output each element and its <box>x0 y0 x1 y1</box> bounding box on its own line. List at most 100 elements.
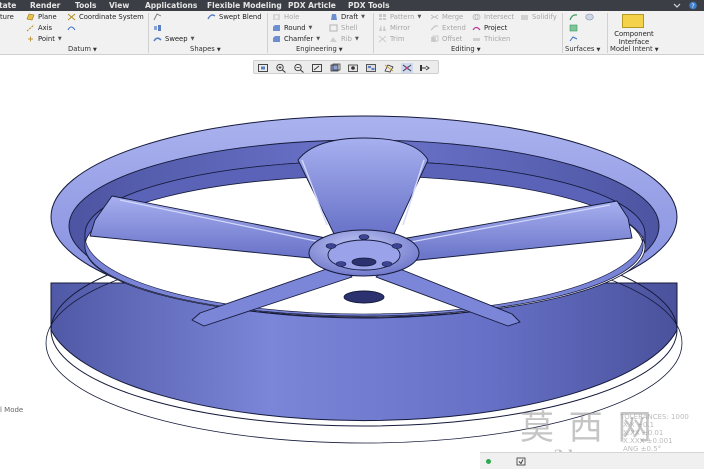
coordinate-system-button[interactable]: Coordinate System <box>67 12 144 22</box>
component-interface-button[interactable]: Component Interface <box>612 30 656 46</box>
help-icon[interactable]: ? <box>688 1 698 10</box>
tab-pdx-tools[interactable]: PDX Tools <box>348 0 390 11</box>
refit-icon[interactable] <box>257 63 269 73</box>
ribbon: ture Plane Axis Point ▼ Coordinate Syste… <box>0 11 704 55</box>
intersect-button[interactable]: Intersect <box>472 12 514 22</box>
offset-button[interactable]: Offset <box>430 34 462 44</box>
rib-icon <box>330 37 337 42</box>
tab-applications[interactable]: Applications <box>145 0 197 11</box>
datum-group-dropdown-icon: ▼ <box>93 47 97 53</box>
axis-button[interactable]: Axis <box>26 23 52 33</box>
display-style-icon[interactable] <box>329 63 341 73</box>
tab-tate[interactable]: tate <box>0 0 16 11</box>
pattern-icon <box>379 14 386 20</box>
shapes-group-label[interactable]: Shapes ▼ <box>190 45 221 54</box>
view-manager-icon[interactable] <box>365 63 377 73</box>
hub-bore <box>351 257 377 267</box>
chamfer-icon <box>273 36 280 42</box>
status-indicator-icon <box>486 459 491 464</box>
point-dropdown-icon[interactable]: ▼ <box>58 34 62 44</box>
component-interface-icon[interactable] <box>622 14 644 28</box>
tab-pdx-article[interactable]: PDX Article <box>288 0 336 11</box>
trim-button[interactable]: Trim <box>378 34 404 44</box>
solidify-button[interactable]: Solidify <box>520 12 557 22</box>
point-button[interactable]: Point ▼ <box>26 34 62 44</box>
editing-group-label[interactable]: Editing ▼ <box>451 45 481 54</box>
chamfer-dropdown-icon[interactable]: ▼ <box>316 34 320 44</box>
graphics-view-toolbar <box>253 60 439 74</box>
surfaces-group-dropdown-icon: ▼ <box>596 47 601 53</box>
repaint-icon[interactable] <box>311 63 323 73</box>
boundary-blend-button[interactable] <box>569 34 581 44</box>
curve-icon <box>67 26 76 31</box>
solidify-label: Solidify <box>532 13 557 21</box>
ribbon-separator <box>562 13 563 53</box>
engineering-group-label[interactable]: Engineering ▼ <box>296 45 343 54</box>
datum-group-text: Datum <box>68 45 91 53</box>
selection-filter-icon[interactable] <box>516 457 526 466</box>
solidify-icon <box>521 15 528 20</box>
tab-view[interactable]: View <box>109 0 129 11</box>
shape-tool-button[interactable] <box>153 23 165 33</box>
surfaces-group-label[interactable]: Surfaces ▼ <box>565 45 600 54</box>
draft-label: Draft <box>341 13 359 21</box>
plane-button[interactable]: Plane <box>26 12 57 22</box>
mirror-button[interactable]: Mirror <box>378 23 410 33</box>
datum-group-label[interactable]: Datum ▼ <box>68 45 97 54</box>
freestyle-icon <box>585 13 594 21</box>
sketch-curve-button[interactable] <box>67 23 79 33</box>
saved-orientations-icon[interactable] <box>347 63 359 73</box>
tab-render[interactable]: Render <box>30 0 60 11</box>
draft-button[interactable]: Draft ▼ <box>329 12 365 22</box>
sweep-button[interactable]: Sweep ▼ <box>153 34 194 44</box>
swept-blend-icon-button[interactable] <box>153 12 165 22</box>
annotation-display-icon[interactable] <box>419 63 431 73</box>
project-icon <box>472 26 481 31</box>
hole-button[interactable]: Hole <box>272 12 299 22</box>
thicken-button[interactable]: Thicken <box>472 34 510 44</box>
round-button[interactable]: Round ▼ <box>272 23 312 33</box>
intersect-label: Intersect <box>484 13 515 21</box>
chamfer-button[interactable]: Chamfer ▼ <box>272 34 320 44</box>
zoom-in-icon[interactable] <box>275 63 287 73</box>
surface-style-button[interactable] <box>569 12 581 22</box>
fill-button[interactable] <box>569 23 581 33</box>
freestyle-button[interactable] <box>585 12 597 22</box>
shell-label: Shell <box>341 24 358 32</box>
extend-icon <box>430 25 438 31</box>
svg-text:?: ? <box>691 3 694 10</box>
datum-display-icon[interactable] <box>383 63 395 73</box>
sweep-label: Sweep <box>165 35 188 43</box>
zoom-out-icon[interactable] <box>293 63 305 73</box>
shapes-group-text: Shapes <box>190 45 215 53</box>
shell-button[interactable]: Shell <box>329 23 358 33</box>
project-button[interactable]: Project <box>472 23 507 33</box>
datum-ture-button[interactable]: ture <box>0 12 14 22</box>
axis-label: Axis <box>38 24 53 32</box>
tab-tools[interactable]: Tools <box>75 0 96 11</box>
sweep-dropdown-icon[interactable]: ▼ <box>191 34 195 44</box>
trim-label: Trim <box>390 35 405 43</box>
swept-blend-button[interactable]: Swept Blend <box>207 12 262 22</box>
draft-dropdown-icon[interactable]: ▼ <box>361 12 365 22</box>
chamfer-label: Chamfer <box>284 35 314 43</box>
spin-center-icon[interactable] <box>401 63 413 73</box>
trim-icon <box>378 35 387 43</box>
pattern-dropdown-icon[interactable]: ▼ <box>417 12 421 22</box>
graphics-window[interactable]: l Mode TOLERANCES: 1000 X.X ±0.1 X.XX ±0… <box>0 56 704 469</box>
point-label: Point <box>38 35 55 43</box>
collapse-ribbon-icon[interactable] <box>672 1 682 10</box>
tab-flexible-modeling[interactable]: Flexible Modeling <box>207 0 282 11</box>
model-intent-group-dropdown-icon: ▼ <box>654 47 659 53</box>
coordinate-system-label: Coordinate System <box>79 13 144 21</box>
offset-label: Offset <box>442 35 463 43</box>
merge-button[interactable]: Merge <box>430 12 463 22</box>
pattern-button[interactable]: Pattern ▼ <box>378 12 421 22</box>
axis-icon <box>26 24 35 32</box>
extend-button[interactable]: Extend <box>430 23 466 33</box>
rib-button[interactable]: Rib ▼ <box>329 34 359 44</box>
rib-dropdown-icon[interactable]: ▼ <box>355 34 359 44</box>
coordinate-system-icon <box>67 13 76 21</box>
model-intent-group-label[interactable]: Model Intent ▼ <box>610 45 659 54</box>
round-dropdown-icon[interactable]: ▼ <box>309 23 313 33</box>
